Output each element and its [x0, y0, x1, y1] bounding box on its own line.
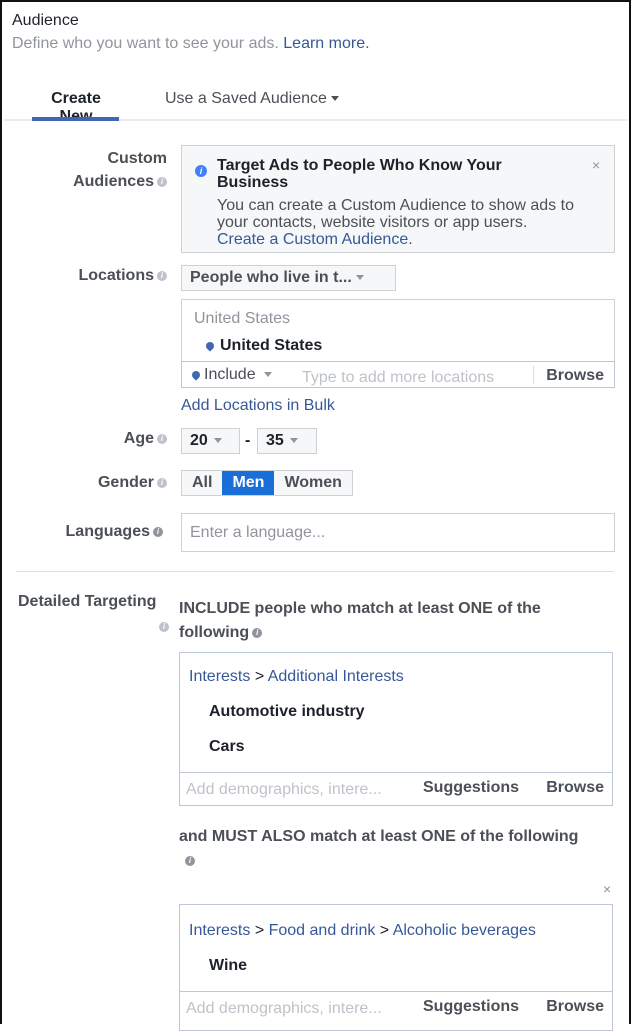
custom-audiences-label: Custom Audiences i — [73, 147, 167, 193]
include-heading: INCLUDE people who match at least ONE of… — [179, 597, 619, 645]
crumb-separator: > — [379, 922, 390, 939]
select-value: 20 — [190, 432, 208, 449]
detailed-targeting-input[interactable] — [186, 999, 411, 1019]
crumb-additional-interests[interactable]: Additional Interests — [268, 668, 404, 685]
select-value: 35 — [266, 432, 284, 449]
gender-women-button[interactable]: Women — [274, 471, 352, 495]
add-locations-in-bulk-link[interactable]: Add Locations in Bulk — [181, 397, 335, 415]
crumb-alcoholic-beverages[interactable]: Alcoholic beverages — [393, 922, 536, 939]
label-line: Audiences — [73, 173, 154, 190]
label-text: Languages — [65, 523, 150, 540]
learn-more-link[interactable]: Learn more. — [283, 35, 369, 52]
targeting-breadcrumb: Interests > Additional Interests — [189, 668, 404, 686]
tab-label: Use a Saved Audience — [165, 90, 327, 107]
targeting-item[interactable]: Wine — [209, 957, 247, 975]
crumb-interests[interactable]: Interests — [189, 922, 250, 939]
info-icon[interactable]: i — [157, 433, 167, 444]
label-text: Age — [123, 430, 154, 447]
info-icon[interactable]: i — [157, 477, 167, 488]
crumb-separator: > — [254, 922, 265, 939]
notice-body: You can create a Custom Audience to show… — [217, 197, 577, 248]
gender-selector: All Men Women — [181, 470, 353, 496]
info-icon: i — [195, 165, 207, 177]
notice-title: Target Ads to People Who Know Your Busin… — [217, 157, 502, 191]
location-type-select[interactable]: People who live in t... — [181, 265, 396, 291]
location-input-row: Include Browse — [181, 361, 615, 388]
targeting-item[interactable]: Cars — [209, 738, 245, 756]
gender-label: Gender i — [98, 474, 167, 492]
info-icon[interactable]: i — [185, 856, 195, 866]
select-value: People who live in t... — [190, 269, 352, 286]
age-separator: - — [245, 432, 251, 449]
crumb-food-and-drink[interactable]: Food and drink — [269, 922, 376, 939]
caret-down-icon — [330, 96, 339, 102]
section-divider — [16, 571, 614, 572]
crumb-interests[interactable]: Interests — [189, 668, 250, 685]
selected-location-item[interactable]: United States — [204, 337, 323, 355]
info-icon[interactable]: i — [157, 270, 167, 281]
location-name: United States — [220, 337, 323, 354]
tab-use-saved-audience[interactable]: Use a Saved Audience — [165, 90, 339, 108]
gender-all-button[interactable]: All — [182, 471, 223, 495]
notice-suffix: . — [408, 231, 413, 248]
age-max-select[interactable]: 35 — [257, 428, 317, 454]
browse-locations-button[interactable]: Browse — [546, 367, 604, 385]
locations-label: Locations i — [78, 267, 167, 285]
location-region-header: United States — [194, 310, 291, 327]
heading-line: following — [179, 624, 250, 641]
languages-label: Languages i — [66, 523, 163, 541]
caret-down-icon — [355, 275, 364, 281]
age-min-select[interactable]: 20 — [181, 428, 240, 454]
info-icon[interactable]: i — [159, 622, 169, 632]
must-also-heading: and MUST ALSO match at least ONE of the … — [179, 828, 579, 845]
caret-down-icon — [213, 438, 222, 444]
include-label: Include — [204, 366, 256, 383]
custom-audience-notice: i Target Ads to People Who Know Your Bus… — [181, 145, 615, 253]
info-icon[interactable]: i — [157, 176, 167, 187]
close-icon[interactable]: × — [592, 157, 600, 173]
location-search-input[interactable] — [302, 368, 517, 388]
include-targeting-box: Interests > Additional Interests Automot… — [179, 652, 613, 772]
suggestions-button[interactable]: Suggestions — [423, 998, 519, 1016]
section-title: Audience — [12, 12, 79, 29]
label-line: Custom — [107, 150, 167, 167]
suggestions-button[interactable]: Suggestions — [423, 779, 519, 797]
label-text: Gender — [97, 474, 154, 491]
notice-text: You can create a Custom Audience to show… — [217, 197, 574, 231]
include-select[interactable]: Include — [190, 366, 272, 384]
subtitle-text: Define who you want to see your ads. — [12, 35, 279, 52]
include-input-row: Suggestions Browse — [179, 772, 613, 806]
label-text: Locations — [78, 267, 154, 284]
caret-down-icon — [263, 372, 272, 378]
section-subtitle: Define who you want to see your ads. Lea… — [12, 35, 370, 53]
create-custom-audience-link[interactable]: Create a Custom Audience — [217, 231, 408, 248]
must-targeting-box: Interests > Food and drink > Alcoholic b… — [179, 904, 613, 991]
targeting-item[interactable]: Automotive industry — [209, 703, 365, 721]
info-icon[interactable]: i — [252, 627, 263, 638]
selected-locations-box: United States United States — [181, 299, 615, 361]
info-icon[interactable]: i — [153, 526, 163, 537]
must-input-row: Suggestions Browse — [179, 991, 613, 1031]
targeting-breadcrumb: Interests > Food and drink > Alcoholic b… — [189, 922, 536, 940]
detailed-targeting-input[interactable] — [186, 780, 411, 800]
browse-button[interactable]: Browse — [546, 779, 604, 797]
language-input[interactable] — [181, 513, 615, 552]
crumb-separator: > — [254, 668, 265, 685]
gender-men-button[interactable]: Men — [222, 471, 275, 495]
audience-panel: Audience Define who you want to see your… — [0, 0, 631, 1031]
heading-line: INCLUDE people who match at least ONE of… — [179, 600, 541, 617]
browse-button[interactable]: Browse — [546, 998, 604, 1016]
caret-down-icon — [289, 438, 298, 444]
location-pin-icon — [204, 340, 216, 352]
close-icon[interactable]: × — [603, 881, 611, 897]
age-label: Age i — [124, 430, 167, 448]
location-pin-icon — [190, 369, 202, 381]
active-tab-indicator — [32, 117, 119, 121]
detailed-targeting-label: Detailed Targeting — [18, 593, 157, 610]
divider — [533, 366, 534, 384]
